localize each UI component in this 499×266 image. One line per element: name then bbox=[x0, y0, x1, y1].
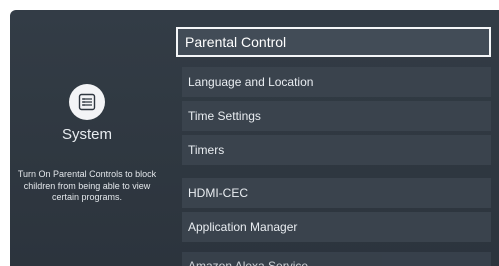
menu-item-hdmi-cec[interactable]: HDMI-CEC bbox=[182, 178, 491, 208]
section-description: Turn On Parental Controls to block child… bbox=[17, 169, 157, 202]
menu-item-time-settings[interactable]: Time Settings bbox=[182, 101, 491, 131]
menu-item-language-location[interactable]: Language and Location bbox=[182, 67, 491, 97]
settings-list-icon bbox=[78, 93, 96, 111]
menu-item-parental-control[interactable]: Parental Control bbox=[176, 27, 491, 57]
menu-item-application-manager[interactable]: Application Manager bbox=[182, 212, 491, 242]
system-info-panel: System Turn On Parental Controls to bloc… bbox=[10, 10, 178, 266]
section-title: System bbox=[61, 126, 112, 143]
menu-item-timers[interactable]: Timers bbox=[182, 135, 491, 165]
system-settings-icon bbox=[69, 84, 105, 120]
tv-settings-screen: System Turn On Parental Controls to bloc… bbox=[10, 10, 499, 266]
menu-item-amazon-alexa-service[interactable]: Amazon Alexa Service bbox=[182, 252, 491, 266]
settings-menu: Parental Control Language and Location T… bbox=[176, 10, 499, 266]
